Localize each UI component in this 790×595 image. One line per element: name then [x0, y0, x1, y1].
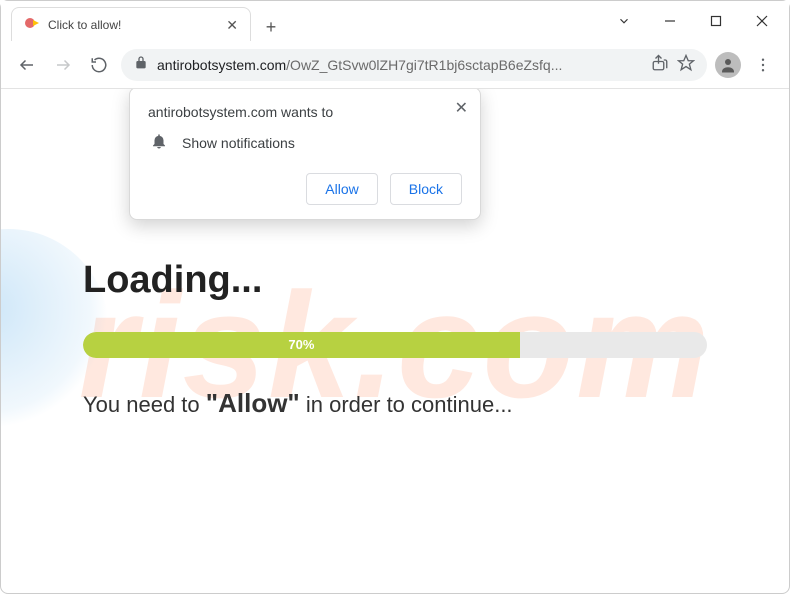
- nav-forward-button[interactable]: [49, 51, 77, 79]
- bookmark-star-icon[interactable]: [677, 54, 695, 75]
- tab-title: Click to allow!: [48, 18, 218, 32]
- nav-back-button[interactable]: [13, 51, 41, 79]
- url-path: /OwZ_GtSvw0lZH7gi7tR1bj6sctapB6eZsfq...: [286, 57, 562, 73]
- window-titlebar: Click to allow! ✕ +: [1, 1, 789, 41]
- browser-tab[interactable]: Click to allow! ✕: [11, 7, 251, 41]
- dialog-origin-text: antirobotsystem.com wants to: [148, 104, 462, 120]
- window-close-button[interactable]: [739, 1, 785, 41]
- browser-toolbar: antirobotsystem.com/OwZ_GtSvw0lZH7gi7tR1…: [1, 41, 789, 89]
- loading-heading: Loading...: [83, 259, 707, 302]
- allow-button[interactable]: Allow: [306, 173, 377, 205]
- tab-close-icon[interactable]: ✕: [226, 18, 238, 32]
- page-viewport: risk.com ✕ antirobotsystem.com wants to …: [1, 89, 789, 595]
- window-controls: [601, 1, 789, 41]
- instruction-emphasis: "Allow": [206, 388, 300, 418]
- dialog-actions: Allow Block: [148, 173, 462, 205]
- window-dropdown-button[interactable]: [601, 1, 647, 41]
- permission-row: Show notifications: [150, 132, 462, 153]
- instruction-prefix: You need to: [83, 392, 206, 417]
- window-minimize-button[interactable]: [647, 1, 693, 41]
- dialog-close-icon[interactable]: ✕: [455, 98, 468, 118]
- profile-avatar-button[interactable]: [715, 52, 741, 78]
- window-maximize-button[interactable]: [693, 1, 739, 41]
- permission-label: Show notifications: [182, 135, 295, 151]
- address-bar[interactable]: antirobotsystem.com/OwZ_GtSvw0lZH7gi7tR1…: [121, 49, 707, 81]
- tab-strip: Click to allow! ✕ +: [1, 1, 601, 41]
- instruction-text: You need to "Allow" in order to continue…: [83, 388, 707, 419]
- lock-icon: [133, 55, 149, 74]
- address-url: antirobotsystem.com/OwZ_GtSvw0lZH7gi7tR1…: [157, 57, 643, 73]
- share-icon[interactable]: [651, 54, 669, 75]
- menu-dots-button[interactable]: [749, 51, 777, 79]
- instruction-suffix: in order to continue...: [300, 392, 513, 417]
- progress-percent-label: 70%: [83, 332, 520, 358]
- progress-bar: 70%: [83, 332, 707, 358]
- bell-icon: [150, 132, 168, 153]
- new-tab-button[interactable]: +: [257, 13, 285, 41]
- nav-reload-button[interactable]: [85, 51, 113, 79]
- progress-fill: 70%: [83, 332, 520, 358]
- notification-permission-dialog: ✕ antirobotsystem.com wants to Show noti…: [129, 89, 481, 220]
- block-button[interactable]: Block: [390, 173, 462, 205]
- tab-favicon-icon: [24, 17, 40, 33]
- url-host: antirobotsystem.com: [157, 57, 286, 73]
